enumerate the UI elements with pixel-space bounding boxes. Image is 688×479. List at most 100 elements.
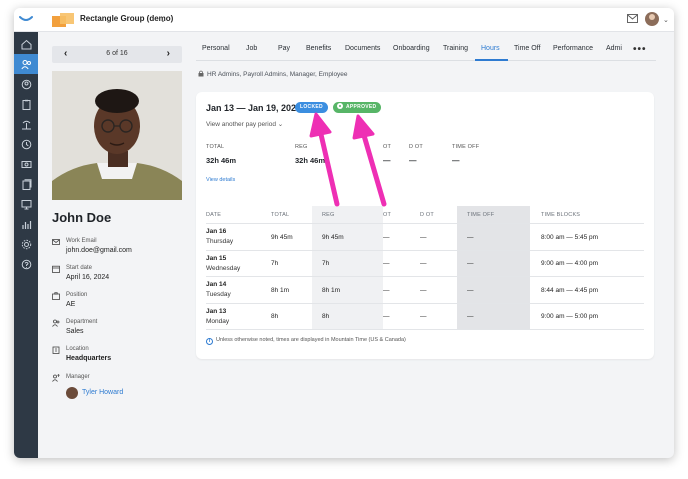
row-ot: — [383,287,390,294]
clock-icon [21,139,31,149]
row-dot: — [420,260,427,267]
row-dot: — [420,234,427,241]
sidebar-item-clipboard[interactable] [14,94,38,114]
calendar-icon [52,265,60,273]
tab-training[interactable]: Training [443,45,468,52]
row-total: 9h 45m [271,234,293,241]
manager-link[interactable]: Tyler Howard [82,389,123,396]
row-day: Thursday [206,238,234,245]
more-tabs-button[interactable]: ••• [633,45,647,55]
app-window: Rectangle Group (demo) ⌄ ⌄ ‹ 6 of 16 › J… [14,8,674,458]
monitor-icon [21,199,31,209]
tab-benefits[interactable]: Benefits [306,45,331,52]
home-icon [21,39,31,49]
work-email-label: Work Email [66,238,97,244]
row-reg: 8h [322,313,330,320]
row-reg: 7h [322,260,330,267]
sidebar-item-people[interactable] [14,54,38,74]
tab-documents[interactable]: Documents [345,45,380,52]
row-time-blocks: 9:00 am — 5:00 pm [541,313,599,320]
row-date: Jan 16 [206,228,227,235]
row-time-blocks: 9:00 am — 4:00 pm [541,260,599,267]
chevron-down-icon[interactable]: ⌄ [663,16,669,24]
summary-value-ot: — [383,156,391,165]
approved-badge-label: APPROVED [346,104,377,110]
other-pay-period-dropdown[interactable]: View another pay period ⌄ [206,120,283,128]
tab-job[interactable]: Job [246,45,257,52]
approved-badge: APPROVED [333,102,382,113]
row-reg: 9h 45m [322,234,344,241]
money-icon [21,160,31,168]
column-header-reg: REG [322,212,335,218]
palm-tree-icon [21,120,31,129]
employee-name: John Doe [52,210,112,225]
permissions-text: HR Admins, Payroll Admins, Manager, Empl… [207,71,348,78]
sidebar-item-settings[interactable] [14,234,38,254]
top-bar: Rectangle Group (demo) ⌄ ⌄ [14,8,674,32]
summary-label-ot: OT [383,144,392,150]
chevron-down-icon[interactable]: ⌄ [160,16,166,24]
tab-admin[interactable]: Admi [606,45,622,52]
row-time-off: — [467,260,474,267]
manager-label: Manager [66,374,90,380]
check-circle-icon [337,103,343,109]
column-header-date: DATE [206,212,222,218]
permissions-row: HR Admins, Payroll Admins, Manager, Empl… [198,70,348,78]
start-date-value: April 16, 2024 [66,274,110,281]
sidebar-item-devices[interactable] [14,194,38,214]
row-dot: — [420,287,427,294]
sidebar-item-help[interactable] [14,254,38,274]
chevron-down-icon: ⌄ [277,121,284,128]
sidebar-item-home[interactable] [14,34,38,54]
location-value: Headquarters [66,355,112,362]
row-total: 7h [271,260,279,267]
mail-icon[interactable] [627,14,638,23]
timezone-footnote: i Unless otherwise noted, times are displ… [206,337,406,345]
row-day: Monday [206,318,230,325]
app-logo-icon[interactable] [19,14,33,24]
lock-icon [198,70,204,77]
column-header-total: TOTAL [271,212,290,218]
time-off-column-shade [457,206,530,330]
sidebar-item-documents[interactable] [14,174,38,194]
sidebar-item-time-off[interactable] [14,114,38,134]
tab-time-off[interactable]: Time Off [514,45,540,52]
reg-column-shade [312,206,383,330]
tab-pay[interactable]: Pay [278,45,290,52]
tab-performance[interactable]: Performance [553,45,593,52]
row-time-blocks: 8:00 am — 5:45 pm [541,234,599,241]
tab-onboarding[interactable]: Onboarding [393,45,430,52]
table-divider [206,329,644,330]
row-time-blocks: 8:44 am — 4:45 pm [541,287,599,294]
tab-personal[interactable]: Personal [202,45,230,52]
row-day: Tuesday [206,291,231,298]
summary-label-time-off: TIME OFF [452,144,480,150]
column-header-dot: D OT [420,212,434,218]
row-ot: — [383,234,390,241]
start-date-label: Start date [66,265,93,271]
row-time-off: — [467,234,474,241]
row-date: Jan 15 [206,255,227,262]
view-details-link[interactable]: View details [206,177,235,183]
sidebar-item-time[interactable] [14,134,38,154]
profile-photo [52,71,182,200]
summary-value-dot: — [409,156,417,165]
summary-value-total: 32h 46m [206,156,237,165]
building-icon [52,346,60,354]
sidebar-item-payroll[interactable] [14,154,38,174]
sidebar-item-reports[interactable] [14,214,38,234]
summary-label-dot: D OT [409,144,423,150]
clipboard-icon [22,99,30,110]
work-email-value: john.doe@gmail.com [66,247,132,254]
row-date: Jan 13 [206,308,227,315]
search-user-icon [21,79,31,89]
user-avatar[interactable] [645,12,659,26]
department-label: Department [66,319,98,325]
info-icon: i [206,338,213,345]
location-label: Location [66,346,89,352]
gear-icon [21,239,31,249]
sidebar-item-search-user[interactable] [14,74,38,94]
tab-hours[interactable]: Hours [481,45,500,52]
next-profile-button[interactable]: › [167,48,170,59]
row-total: 8h 1m [271,287,290,294]
